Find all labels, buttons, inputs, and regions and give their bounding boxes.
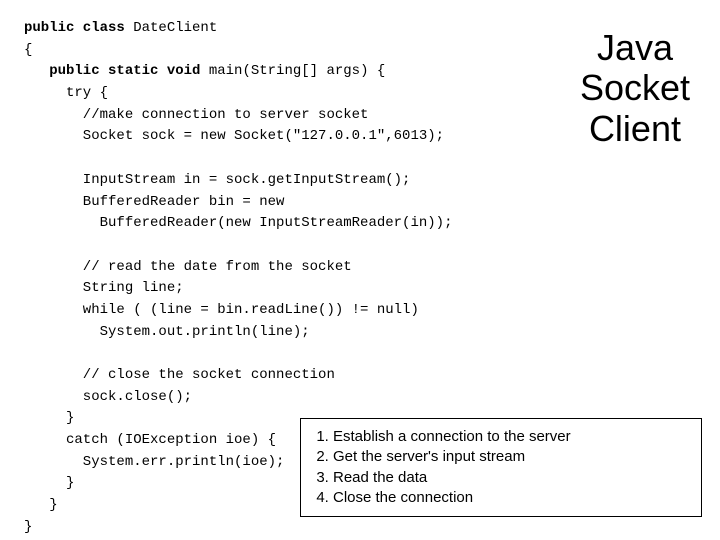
code-line: InputStream in = sock.getInputStream();: [24, 172, 410, 188]
code-line: }: [24, 519, 32, 535]
code-line: try {: [24, 85, 108, 101]
class-name: DateClient: [133, 20, 217, 36]
code-line: //make connection to server socket: [24, 107, 368, 123]
code-line: System.out.println(line);: [24, 324, 310, 340]
code-line: BufferedReader(new InputStreamReader(in)…: [24, 215, 452, 231]
kw-public-class: public class: [24, 20, 133, 36]
step-2: Get the server's input stream: [333, 447, 691, 467]
slide-title: Java Socket Client: [580, 28, 690, 149]
code-line: Socket sock = new Socket("127.0.0.1",601…: [24, 128, 444, 144]
code-line: // read the date from the socket: [24, 259, 352, 275]
code-line: }: [24, 475, 74, 491]
step-4: Close the connection: [333, 488, 691, 508]
title-line-2: Socket: [580, 68, 690, 108]
title-line-3: Client: [580, 109, 690, 149]
step-1: Establish a connection to the server: [333, 427, 691, 447]
steps-list: Establish a connection to the server Get…: [311, 427, 691, 508]
code-line: sock.close();: [24, 389, 192, 405]
code-line: System.err.println(ioe);: [24, 454, 284, 470]
step-3: Read the data: [333, 468, 691, 488]
code-line: {: [24, 42, 32, 58]
kw-public-static-void: public static void: [24, 63, 209, 79]
code-line: String line;: [24, 280, 184, 296]
code-line: catch (IOException ioe) {: [24, 432, 276, 448]
code-line: }: [24, 497, 58, 513]
title-line-1: Java: [580, 28, 690, 68]
code-line: }: [24, 410, 74, 426]
code-line: // close the socket connection: [24, 367, 335, 383]
code-line: BufferedReader bin = new: [24, 194, 284, 210]
code-line: main(String[] args) {: [209, 63, 385, 79]
code-line: while ( (line = bin.readLine()) != null): [24, 302, 419, 318]
steps-box: Establish a connection to the server Get…: [300, 418, 702, 517]
